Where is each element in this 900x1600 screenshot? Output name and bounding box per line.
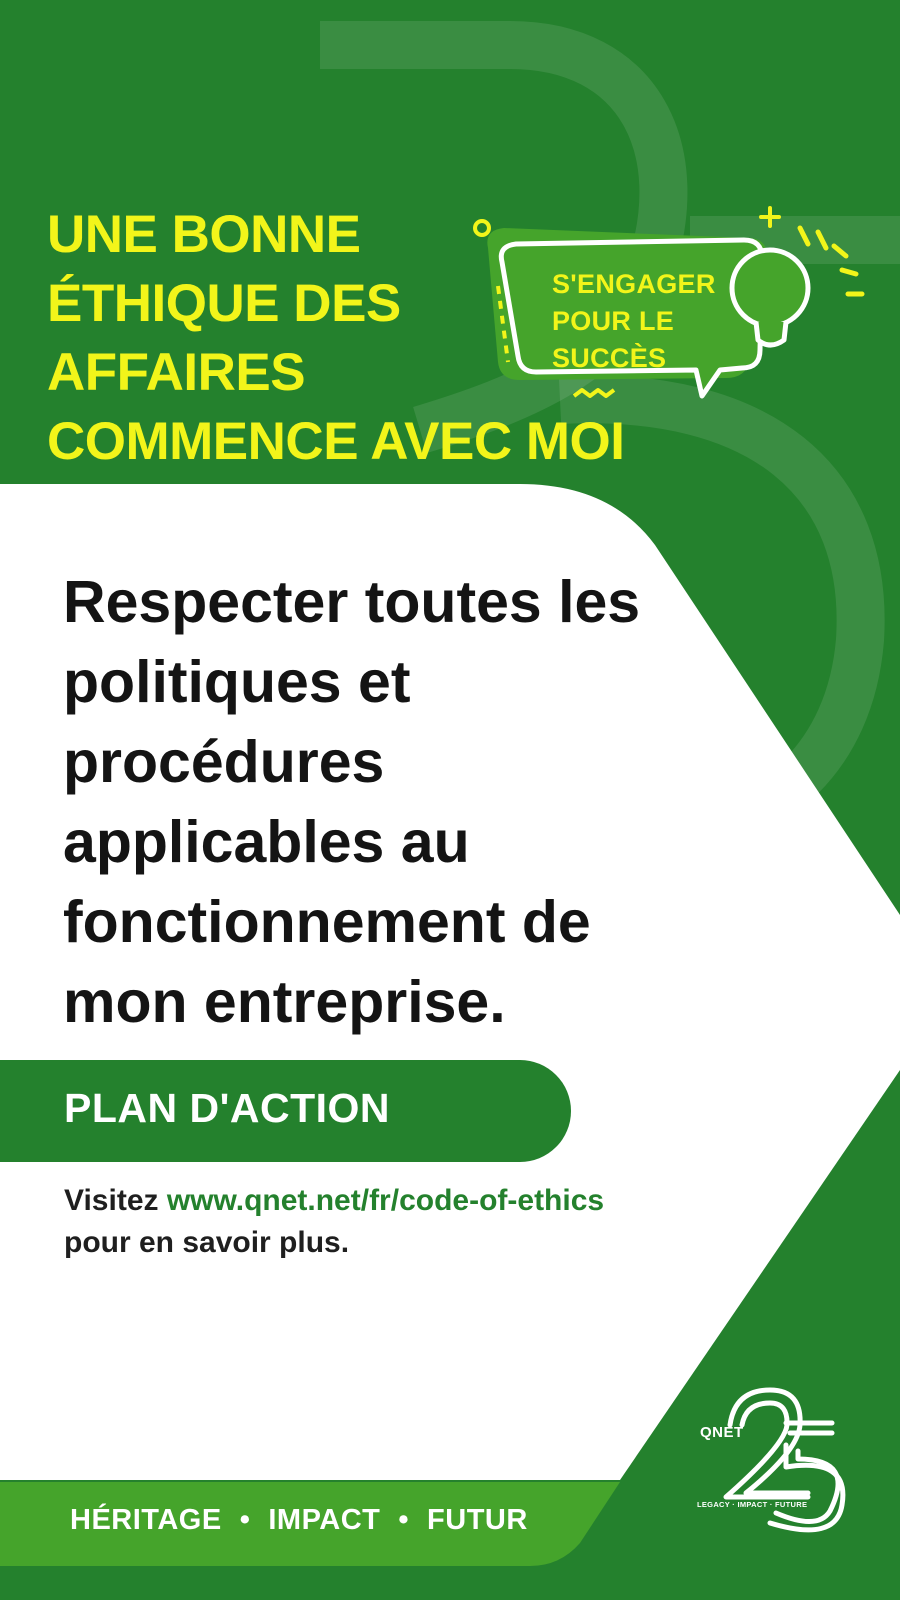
code-of-ethics-link[interactable]: www.qnet.net/fr/code-of-ethics	[167, 1184, 604, 1217]
statement-line: politiques et	[63, 649, 411, 715]
badge-line: SUCCÈS	[552, 343, 667, 373]
badge-text: S'ENGAGER POUR LE SUCCÈS	[552, 266, 716, 377]
logo-brand: QNET	[700, 1424, 744, 1441]
badge-line: S'ENGAGER	[552, 269, 716, 299]
qnet-25-logo-icon	[723, 1387, 846, 1533]
footer-tags: HÉRITAGE • IMPACT • FUTUR	[70, 1504, 528, 1537]
statement-line: mon entreprise.	[63, 969, 506, 1035]
poster: UNE BONNE ÉTHIQUE DES AFFAIRES COMMENCE …	[0, 0, 900, 1600]
badge-line: POUR LE	[552, 306, 675, 336]
main-statement: Respecter toutes les politiques et procé…	[63, 562, 640, 1042]
footer-tag: FUTUR	[427, 1504, 528, 1536]
statement-line: fonctionnement de	[63, 889, 591, 955]
visit-suffix: pour en savoir plus.	[64, 1226, 350, 1259]
logo-tagline: LEGACY · IMPACT · FUTURE	[697, 1500, 808, 1509]
action-plan-label: PLAN D'ACTION	[64, 1085, 391, 1131]
statement-line: Respecter toutes les	[63, 569, 641, 635]
visit-line: Visitez www.qnet.net/fr/code-of-ethics	[64, 1180, 604, 1222]
footer-tag: HÉRITAGE	[70, 1504, 222, 1536]
footer-separator: •	[398, 1504, 410, 1536]
visit-prefix: Visitez	[64, 1184, 167, 1217]
statement-line: procédures	[63, 729, 385, 795]
visit-info: Visitez www.qnet.net/fr/code-of-ethics p…	[64, 1180, 604, 1264]
footer-separator: •	[239, 1504, 251, 1536]
statement-line: applicables au	[63, 809, 470, 875]
footer-tag: IMPACT	[268, 1504, 381, 1536]
